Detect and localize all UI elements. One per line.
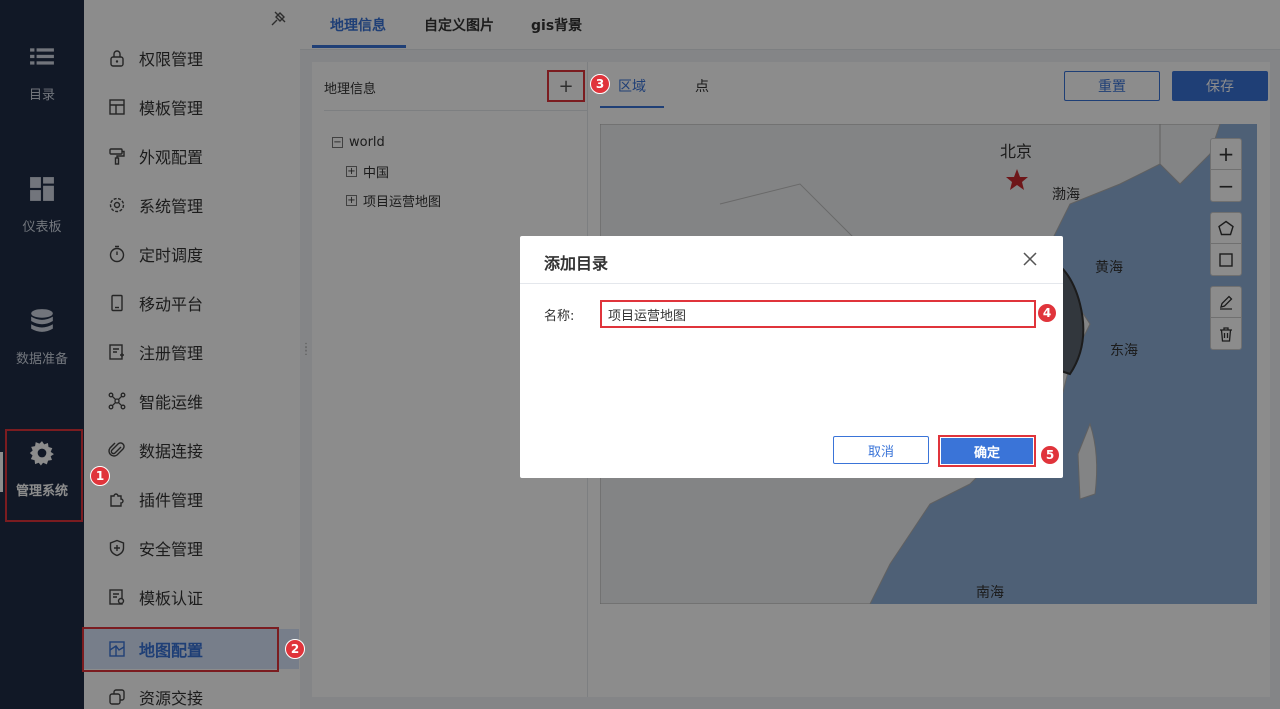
close-icon[interactable] — [1023, 252, 1037, 266]
dialog-title: 添加目录 — [544, 254, 609, 273]
step-marker-1: 1 — [90, 466, 110, 486]
confirm-button[interactable]: 确定 — [941, 438, 1033, 464]
step-marker-4: 4 — [1037, 303, 1057, 323]
add-directory-dialog: 添加目录 名称: 取消 确定 — [520, 236, 1063, 478]
step-marker-5: 5 — [1040, 445, 1060, 465]
cancel-button[interactable]: 取消 — [833, 436, 929, 464]
step-marker-3: 3 — [590, 74, 610, 94]
step-marker-2: 2 — [285, 639, 305, 659]
name-field-label: 名称: — [544, 309, 575, 324]
dialog-header: 添加目录 — [520, 236, 1063, 284]
confirm-button-highlight: 确定 — [938, 435, 1036, 467]
name-input[interactable] — [600, 300, 1036, 328]
